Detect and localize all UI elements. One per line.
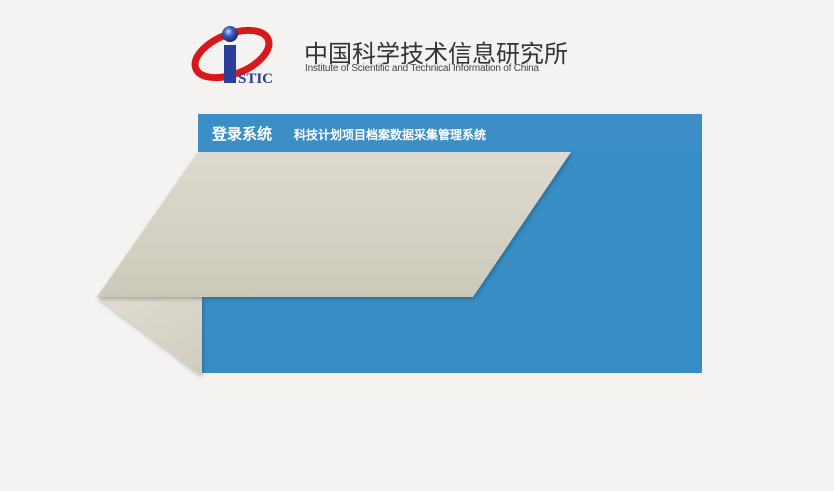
login-title: 登录系统 bbox=[212, 125, 273, 143]
login-panel: 登录系统 科技计划项目档案数据采集管理系统 bbox=[198, 114, 702, 373]
login-page: STIC 中国科学技术信息研究所 Institute of Scientific… bbox=[0, 0, 834, 491]
svg-text:STIC: STIC bbox=[238, 71, 273, 87]
panel-header: 登录系统 科技计划项目档案数据采集管理系统 bbox=[198, 114, 702, 152]
ribbon-under-fold bbox=[97, 297, 202, 374]
system-name: 科技计划项目档案数据采集管理系统 bbox=[294, 128, 487, 142]
istic-logo: STIC bbox=[191, 26, 273, 87]
org-name-english: Institute of Scientific and Technical In… bbox=[305, 63, 539, 74]
